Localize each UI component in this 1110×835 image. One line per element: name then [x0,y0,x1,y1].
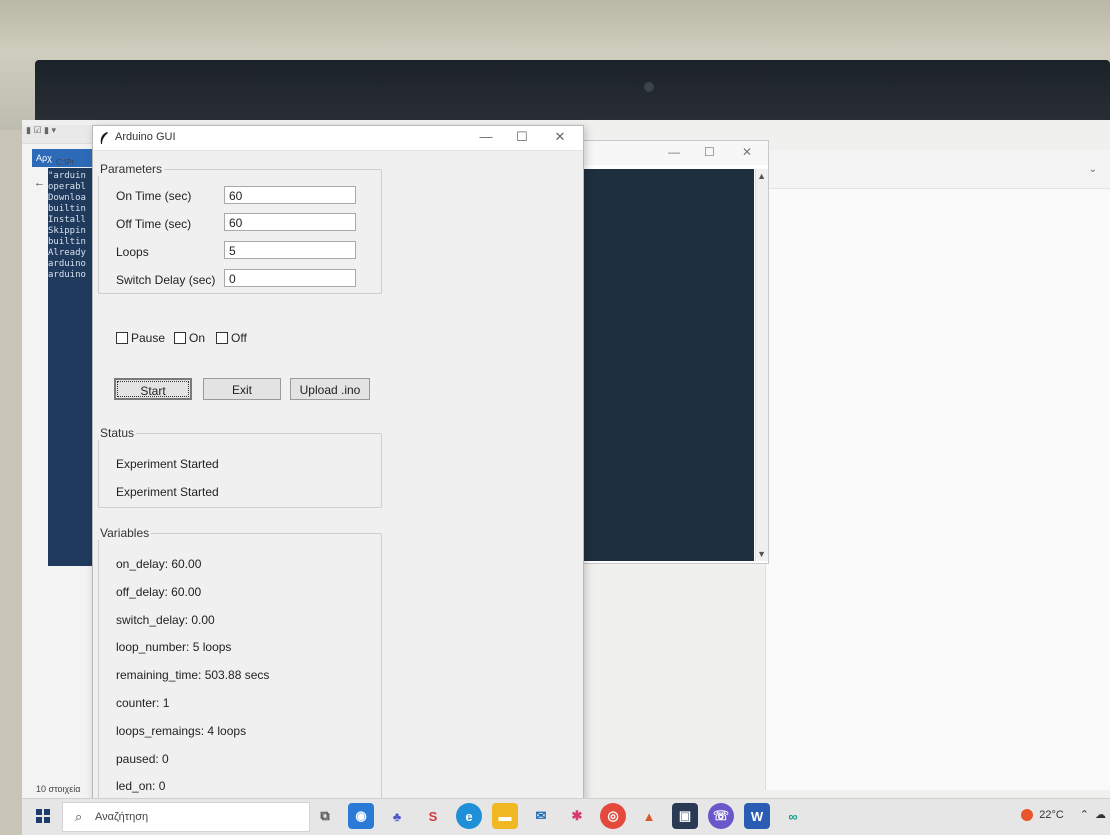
maximize-button[interactable]: ☐ [507,129,537,145]
terminal-line: Already [48,248,86,258]
chevron-up-icon[interactable]: ⌃ [1080,808,1089,821]
taskbar-search[interactable]: ⌕ Αναζήτηση [62,802,310,832]
browser-toolbar: ⌄ [766,150,1110,189]
chrome-icon[interactable]: ◎ [600,803,626,829]
variable-off-delay: off_delay: 60.00 [116,585,202,599]
back-arrow-icon[interactable]: ← [34,177,45,189]
webcam [644,82,654,92]
status-legend: Status [100,426,135,440]
close-icon[interactable]: ✕ [742,145,752,159]
serial-monitor-titlebar: — ☐ ✕ [576,141,768,165]
skype-business-icon[interactable]: S [420,803,446,829]
scroll-down-icon[interactable]: ▼ [757,549,766,559]
taskbar-apps: ⧉ ◉ ♣ S e ▬ ✉ ✱ ◎ ▲ ▣ ☏ W ∞ [312,803,806,829]
loops-label: Loops [116,245,149,259]
variable-paused: paused: 0 [116,752,169,766]
status-line: Experiment Started [116,457,219,471]
arduino-icon[interactable]: ∞ [780,803,806,829]
parameters-legend: Parameters [100,162,163,176]
window-titlebar: Arduino GUI — ☐ ✕ [93,126,583,151]
minimize-icon[interactable]: — [668,145,680,159]
variable-loops-remaining: loops_remaings: 4 loops [116,724,247,738]
windows-start-icon[interactable] [36,809,50,823]
terminal-line: arduino [48,270,86,280]
task-view-icon[interactable]: ⧉ [312,803,338,829]
pause-checkbox[interactable]: Pause [116,331,165,345]
teams-icon[interactable]: ♣ [384,803,410,829]
off-checkbox[interactable]: Off [216,331,247,345]
on-checkbox[interactable]: On [174,331,205,345]
serial-output-area [576,169,754,561]
system-tray: 22°C ⌃ ☁ [1021,808,1106,821]
matlab-icon[interactable]: ▲ [636,803,662,829]
edge-icon[interactable]: e [456,803,482,829]
variable-counter: counter: 1 [116,696,170,710]
chevron-down-icon[interactable]: ⌄ [1089,164,1097,175]
switch-delay-label: Switch Delay (sec) [116,273,216,287]
terminal-line: operabl [48,182,86,192]
pause-checkbox-box[interactable] [116,332,128,344]
exit-button[interactable]: Exit [203,378,281,400]
pause-checkbox-label: Pause [131,331,166,345]
feather-icon [100,132,108,144]
on-time-input[interactable]: 60 [224,186,356,204]
terminal-output: "arduin operabl Downloa builtin Install Skipp… [48,168,92,566]
item-count: 10 στοιχεία [36,784,81,794]
on-checkbox-label: On [189,331,206,345]
viber-icon[interactable]: ☏ [708,803,734,829]
variables-legend: Variables [100,526,150,540]
taskbar: ⌕ Αναζήτηση ⧉ ◉ ♣ S e ▬ ✉ ✱ ◎ ▲ ▣ ☏ W ∞ … [22,798,1110,835]
explorer-path[interactable]: C:\Pr [56,158,74,167]
maximize-icon[interactable]: ☐ [704,145,715,159]
variable-switch-delay: switch_delay: 0.00 [116,613,215,627]
weather-icon[interactable] [1021,808,1034,821]
upload-ino-button[interactable]: Upload .ino [290,378,370,400]
search-icon: ⌕ [75,809,83,824]
terminal-line: builtin [48,237,86,247]
off-checkbox-box[interactable] [216,332,228,344]
search-placeholder: Αναζήτηση [95,811,149,823]
off-checkbox-label: Off [231,331,247,345]
terminal-line: Install [48,215,86,225]
variable-on-delay: on_delay: 60.00 [116,557,202,571]
app-icon-dark[interactable]: ▣ [672,803,698,829]
start-button[interactable]: Start [114,378,192,400]
temperature-readout[interactable]: 22°C [1039,809,1064,821]
terminal-line: arduino [48,259,86,269]
on-checkbox-box[interactable] [174,332,186,344]
loops-input[interactable]: 5 [224,241,356,259]
minimize-button[interactable]: — [471,129,501,144]
scroll-up-icon[interactable]: ▲ [757,171,766,181]
app-icon-blue[interactable]: ◉ [348,803,374,829]
word-icon[interactable]: W [744,803,770,829]
window-title: Arduino GUI [115,131,176,143]
variable-remaining-time: remaining_time: 503.88 secs [116,668,270,682]
status-line: Experiment Started [116,485,219,499]
mail-icon[interactable]: ✉ [528,803,554,829]
terminal-line: builtin [48,204,86,214]
off-time-label: Off Time (sec) [116,217,192,231]
file-explorer-icon[interactable]: ▬ [492,803,518,829]
slack-icon[interactable]: ✱ [564,803,590,829]
terminal-line: "arduin [48,171,86,181]
terminal-line: Skippin [48,226,86,236]
on-time-label: On Time (sec) [116,189,192,203]
off-time-input[interactable]: 60 [224,213,356,231]
quick-access-toolbar: ▮ ☑ ▮ ▾ [22,125,92,144]
serial-monitor-window[interactable]: — ☐ ✕ ▲ ▼ [575,140,769,564]
cloud-icon[interactable]: ☁ [1095,808,1106,821]
close-button[interactable]: ✕ [545,129,575,145]
variable-led-on: led_on: 0 [116,779,166,793]
vertical-scrollbar[interactable]: ▲ ▼ [755,169,768,561]
switch-delay-input[interactable]: 0 [224,269,356,287]
background-browser-window[interactable]: ⌄ [765,150,1110,790]
terminal-line: Downloa [48,193,86,203]
variable-loop-number: loop_number: 5 loops [116,640,232,654]
arduino-gui-window[interactable]: Arduino GUI — ☐ ✕ Parameters On Time (se… [92,125,584,808]
